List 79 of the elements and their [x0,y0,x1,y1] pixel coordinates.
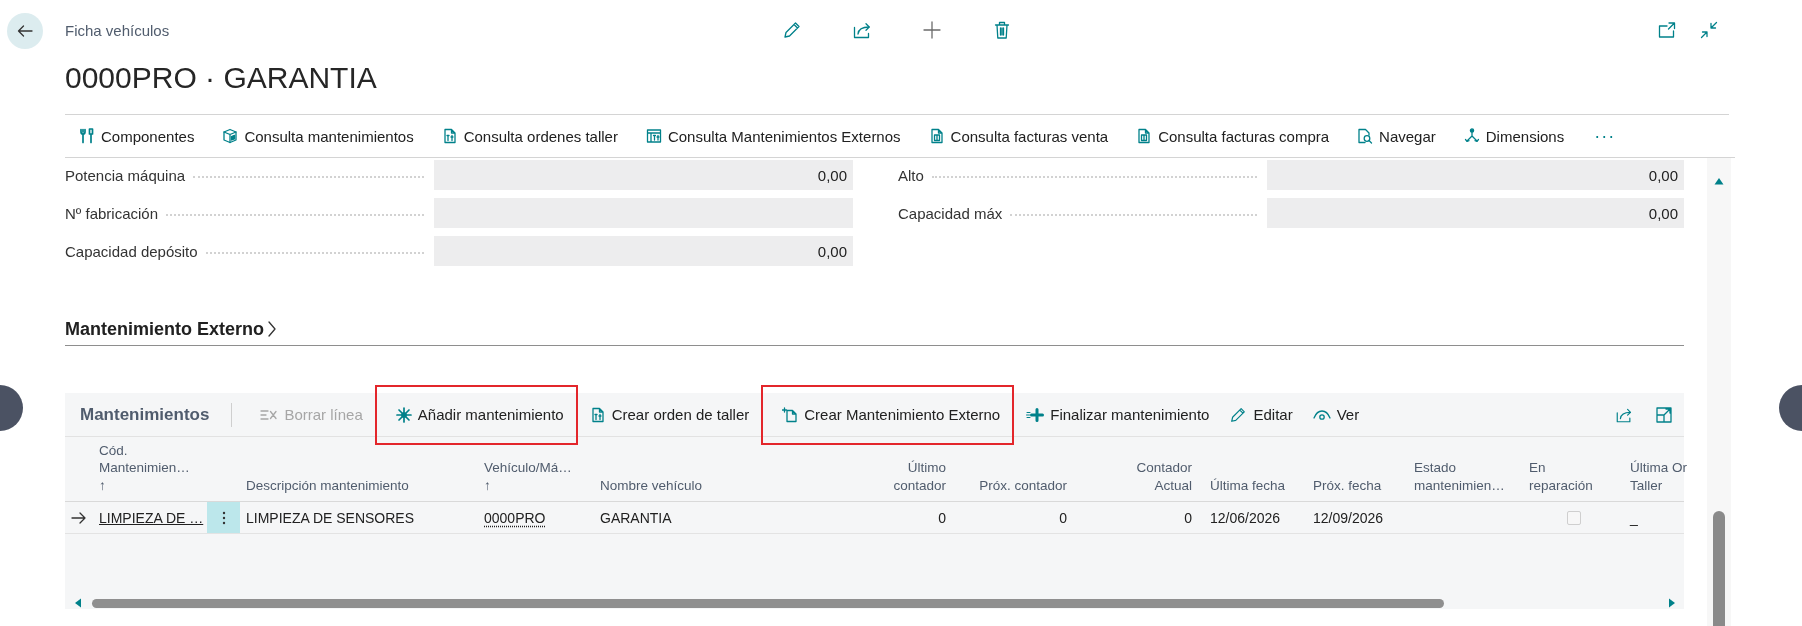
scroll-up-icon [1714,177,1724,185]
more-vertical-icon [221,509,226,526]
table-cell: 0 [1184,509,1192,526]
breadcrumb: Ficha vehículos [65,21,170,39]
tools-icon [79,128,95,144]
toolbar-button[interactable]: Ver [1304,398,1368,431]
column-header[interactable]: Última Or Taller [1630,459,1687,494]
table-cell: _ [1630,509,1638,526]
share-icon [852,20,872,40]
document-search-icon [1357,128,1374,144]
action-button[interactable]: Consulta Mantenimientos Externos [637,120,909,152]
column-header[interactable]: Última fecha [1210,476,1286,494]
input-field[interactable]: 0,00 [1267,198,1684,228]
document-tools-icon [441,128,458,144]
table-tools-icon [645,128,662,144]
column-header[interactable]: Nombre vehículo [600,476,703,494]
pencil-icon [782,20,802,40]
field-label: Capacidad depósito [65,242,198,260]
column-header[interactable]: Descripción mantenimiento [246,476,409,494]
field-label: Nº fabricación [65,204,159,222]
input-field[interactable]: 0,00 [434,160,853,190]
asterisk-icon [395,406,412,423]
input-field[interactable]: 0,00 [434,236,853,266]
plus-icon [922,20,942,40]
toolbar-button[interactable]: Crear orden de taller [581,398,758,431]
vehicle-link[interactable]: 0000PRO [484,509,546,526]
table-cell: 12/09/2026 [1313,509,1384,526]
action-button[interactable]: Consulta facturas venta [920,120,1117,152]
document-tools-icon [589,406,606,423]
column-header[interactable]: Contador Actual [1136,459,1192,494]
toolbar-button[interactable]: Crear Mantenimiento Externo [774,398,1009,431]
pencil-icon [1229,405,1248,424]
document-icon [1136,128,1153,144]
record-link[interactable]: LIMPIEZA DE … [99,509,204,526]
table-cell: GARANTIA [600,509,672,526]
back-button[interactable] [7,13,43,49]
input-field[interactable]: 0,00 [1267,160,1684,190]
nodes-icon [1463,128,1480,144]
column-header[interactable]: Cód. Mantenimien… ↑ [99,441,190,494]
column-header[interactable]: Próx. fecha [1313,476,1382,494]
new-document-icon [782,406,799,423]
chevron-right-icon [267,320,278,338]
column-header[interactable]: Vehículo/Má… ↑ [484,459,572,494]
toolbar-button[interactable]: Finalizar mantenimiento [1018,398,1218,431]
table-cell: 0 [938,509,946,526]
field-label: Alto [898,166,924,184]
scroll-left-icon [74,598,82,608]
column-header[interactable]: Estado mantenimien… [1414,459,1505,494]
back-arrow-icon [16,22,34,40]
section-heading[interactable]: Mantenimiento Externo [65,318,278,340]
action-button[interactable]: Consulta ordenes taller [433,120,626,152]
expand-icon [1655,405,1673,424]
collapse-icon [1699,20,1719,40]
toolbar-button[interactable]: Añadir mantenimiento [387,398,572,431]
scrollbar-thumb[interactable] [1713,511,1725,626]
scrollbar-thumb[interactable] [92,598,1444,608]
table-cell: LIMPIEZA DE SENSORES [246,509,415,526]
field-label: Capacidad máx [898,204,1003,222]
column-header[interactable]: En reparación [1529,459,1593,494]
toolbar-button[interactable]: Editar [1221,398,1301,431]
table-cell: 12/06/2026 [1210,509,1281,526]
list-title: Mantenimientos [80,404,210,425]
field-label: Potencia máquina [65,166,186,184]
table-cell: 0 [1059,509,1067,526]
open-in-new-window-icon [1657,21,1677,39]
package-icon [222,128,239,144]
plus-lines-icon [1026,406,1045,423]
scroll-right-icon [1668,598,1676,608]
column-header[interactable]: Próx. contador [979,476,1067,494]
action-button[interactable]: Consulta facturas compra [1128,120,1338,152]
action-button[interactable]: Navegar [1349,120,1444,152]
more-actions-button[interactable]: ··· [1584,120,1626,152]
column-header[interactable]: Último contador [893,459,946,494]
trash-icon [993,20,1011,40]
document-icon [928,128,945,144]
page-title: 0000PRO · GARANTIA [65,60,377,96]
action-button[interactable]: Componentes [71,120,203,152]
action-button[interactable]: Consulta mantenimientos [214,120,422,152]
action-button[interactable]: Dimensions [1455,120,1573,152]
